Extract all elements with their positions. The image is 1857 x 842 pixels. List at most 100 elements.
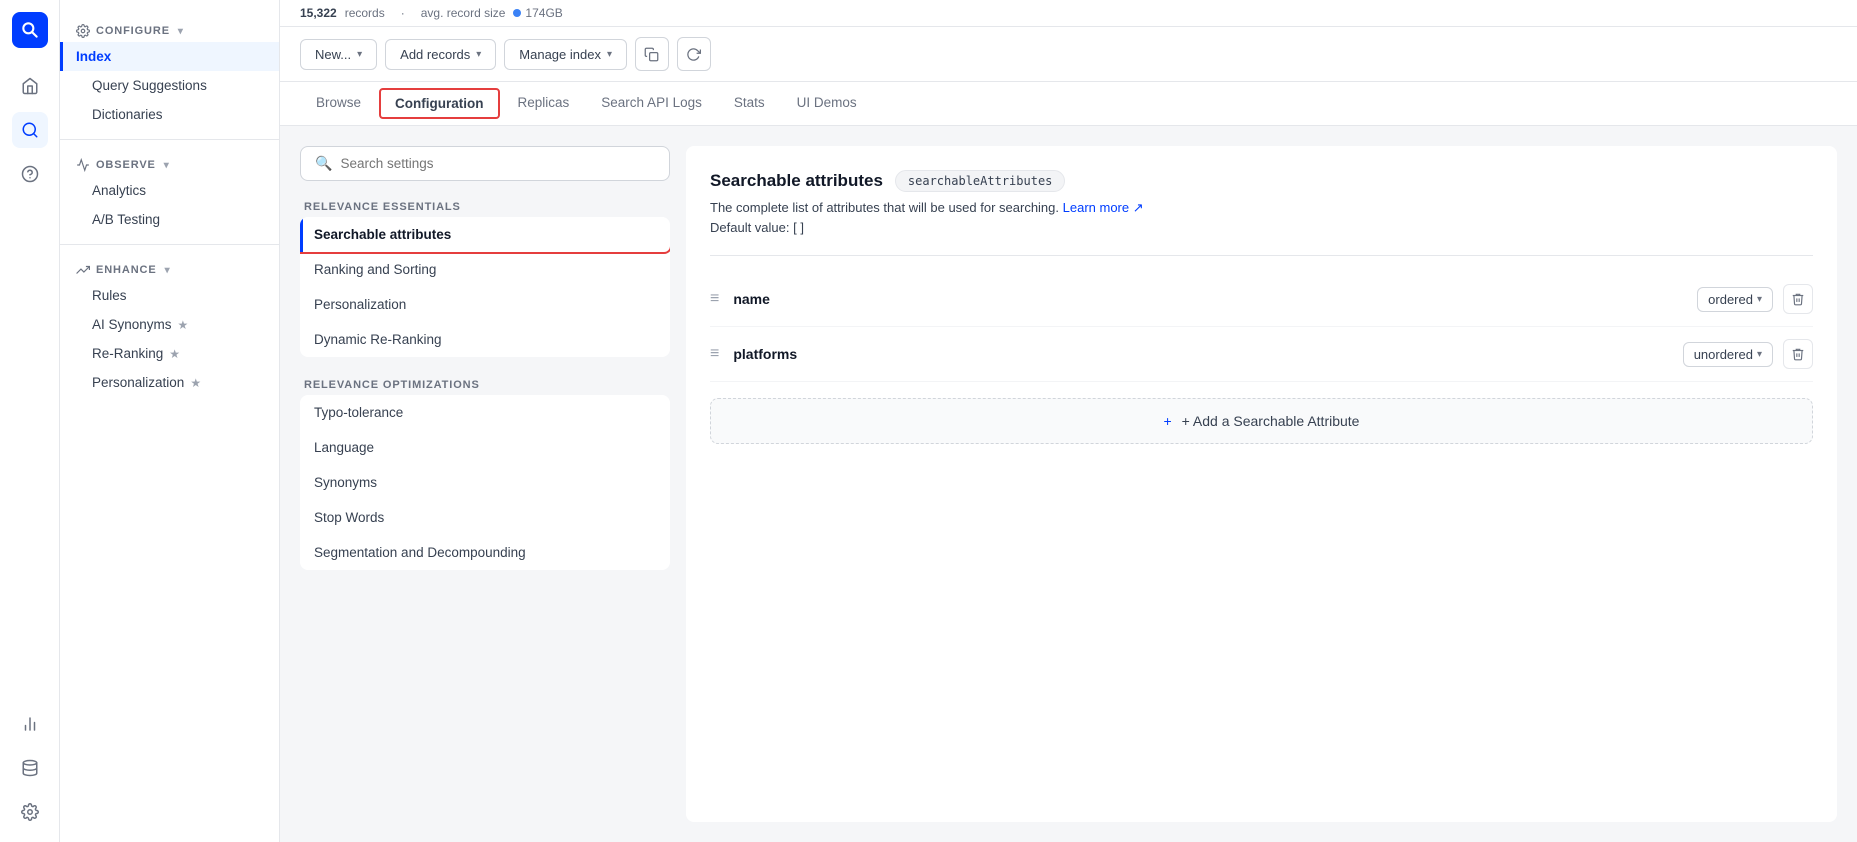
search-settings-container: 🔍 — [300, 146, 670, 181]
divider-dot: · — [401, 6, 405, 20]
new-button[interactable]: New... ▾ — [300, 39, 377, 70]
records-label: records — [345, 6, 385, 20]
toolbar: New... ▾ Add records ▾ Manage index ▾ — [280, 27, 1857, 82]
relevance-optimizations-label: RELEVANCE OPTIMIZATIONS — [300, 371, 670, 395]
manage-index-button[interactable]: Manage index ▾ — [504, 39, 627, 70]
attribute-row-platforms: ≡ platforms unordered ▾ — [710, 327, 1813, 382]
enhance-section[interactable]: ENHANCE ▾ — [60, 255, 279, 281]
right-panel-desc: The complete list of attributes that wil… — [710, 200, 1813, 216]
relevance-essentials-label: RELEVANCE ESSENTIALS — [300, 193, 670, 217]
new-chevron: ▾ — [357, 49, 362, 60]
right-panel-title: Searchable attributes — [710, 171, 883, 191]
add-attribute-label: + Add a Searchable Attribute — [1182, 413, 1360, 429]
sidebar-divider-1 — [60, 139, 279, 140]
configure-label: CONFIGURE — [96, 25, 170, 37]
records-count: 15,322 — [300, 6, 337, 20]
order-value-name: ordered — [1708, 292, 1753, 307]
nav-home[interactable] — [12, 68, 48, 104]
attribute-name-platforms: platforms — [733, 346, 1682, 362]
settings-list-optimizations: Typo-tolerance Language Synonyms Stop Wo… — [300, 395, 670, 570]
attribute-row-name: ≡ name ordered ▾ — [710, 272, 1813, 327]
settings-item-segmentation[interactable]: Segmentation and Decompounding — [300, 535, 670, 570]
rules-label: Rules — [92, 288, 127, 303]
avg-size-label: avg. record size — [421, 6, 506, 20]
right-panel-header: Searchable attributes searchableAttribut… — [710, 170, 1813, 192]
icon-bar-bottom — [12, 706, 48, 830]
sidebar-divider-2 — [60, 244, 279, 245]
app-logo[interactable] — [12, 12, 48, 48]
personalization-label: Personalization — [92, 375, 184, 390]
enhance-label: ENHANCE — [96, 264, 157, 276]
settings-item-synonyms[interactable]: Synonyms — [300, 465, 670, 500]
nav-search[interactable] — [12, 112, 48, 148]
sidebar-item-query-suggestions[interactable]: Query Suggestions — [60, 71, 279, 100]
tab-stats[interactable]: Stats — [718, 83, 781, 124]
settings-item-searchable-attributes[interactable]: Searchable attributes — [300, 217, 670, 252]
nav-settings[interactable] — [12, 794, 48, 830]
configure-section[interactable]: CONFIGURE ▾ — [60, 16, 279, 42]
refresh-button[interactable] — [677, 37, 711, 71]
sidebar-item-ab-testing[interactable]: A/B Testing — [60, 205, 279, 234]
delete-btn-name[interactable] — [1783, 284, 1813, 314]
copy-button[interactable] — [635, 37, 669, 71]
tab-ui-demos[interactable]: UI Demos — [781, 83, 873, 124]
records-size: 174GB — [513, 6, 562, 20]
settings-item-language[interactable]: Language — [300, 430, 670, 465]
star-icon-reranking: ★ — [169, 347, 180, 361]
size-value: 174GB — [525, 6, 562, 20]
drag-handle-name[interactable]: ≡ — [710, 290, 719, 308]
divider — [710, 255, 1813, 256]
star-icon-ai: ★ — [178, 318, 189, 332]
tabs-bar: Browse Configuration Replicas Search API… — [280, 82, 1857, 126]
nav-analytics[interactable] — [12, 706, 48, 742]
tab-replicas[interactable]: Replicas — [502, 83, 586, 124]
order-chevron-platforms: ▾ — [1757, 349, 1762, 360]
add-records-chevron: ▾ — [476, 49, 481, 60]
learn-more-link[interactable]: Learn more ↗ — [1063, 200, 1144, 215]
icon-bar — [0, 0, 60, 842]
order-select-name[interactable]: ordered ▾ — [1697, 287, 1773, 312]
tab-configuration[interactable]: Configuration — [379, 88, 499, 119]
star-icon-personalization: ★ — [190, 376, 201, 390]
sidebar-item-index[interactable]: Index — [60, 42, 279, 71]
settings-list-container: RELEVANCE ESSENTIALS Searchable attribut… — [300, 193, 670, 570]
add-records-button[interactable]: Add records ▾ — [385, 39, 496, 70]
nav-database[interactable] — [12, 750, 48, 786]
ai-synonyms-label: AI Synonyms — [92, 317, 172, 332]
sidebar-item-dictionaries[interactable]: Dictionaries — [60, 100, 279, 129]
settings-item-typo-tolerance[interactable]: Typo-tolerance — [300, 395, 670, 430]
query-suggestions-label: Query Suggestions — [92, 78, 207, 93]
main-content: 15,322 records · avg. record size 174GB … — [280, 0, 1857, 842]
settings-item-dynamic-reranking[interactable]: Dynamic Re-Ranking — [300, 322, 670, 357]
delete-btn-platforms[interactable] — [1783, 339, 1813, 369]
content-area: 🔍 RELEVANCE ESSENTIALS Searchable attrib… — [280, 126, 1857, 842]
tab-browse[interactable]: Browse — [300, 83, 377, 124]
attribute-name-name: name — [733, 291, 1697, 307]
order-select-platforms[interactable]: unordered ▾ — [1683, 342, 1773, 367]
sidebar: CONFIGURE ▾ Index Query Suggestions Dict… — [60, 0, 280, 842]
search-settings-input[interactable] — [340, 156, 655, 171]
size-dot — [513, 9, 521, 17]
sidebar-item-re-ranking[interactable]: Re-Ranking ★ — [60, 339, 279, 368]
right-panel-default: Default value: [ ] — [710, 220, 1813, 235]
settings-item-personalization[interactable]: Personalization — [300, 287, 670, 322]
sidebar-item-analytics[interactable]: Analytics — [60, 176, 279, 205]
sidebar-item-ai-synonyms[interactable]: AI Synonyms ★ — [60, 310, 279, 339]
add-icon: + — [1164, 413, 1172, 429]
settings-panel: 🔍 RELEVANCE ESSENTIALS Searchable attrib… — [300, 146, 670, 822]
tab-search-api-logs[interactable]: Search API Logs — [585, 83, 718, 124]
settings-item-ranking-sorting[interactable]: Ranking and Sorting — [300, 252, 670, 287]
attribute-badge: searchableAttributes — [895, 170, 1066, 192]
search-icon: 🔍 — [315, 155, 332, 172]
add-attribute-button[interactable]: + + Add a Searchable Attribute — [710, 398, 1813, 444]
sidebar-item-personalization[interactable]: Personalization ★ — [60, 368, 279, 397]
observe-label: OBSERVE — [96, 159, 156, 171]
sidebar-item-rules[interactable]: Rules — [60, 281, 279, 310]
settings-item-stop-words[interactable]: Stop Words — [300, 500, 670, 535]
observe-section[interactable]: OBSERVE ▾ — [60, 150, 279, 176]
nav-help[interactable] — [12, 156, 48, 192]
records-bar: 15,322 records · avg. record size 174GB — [280, 0, 1857, 27]
order-chevron-name: ▾ — [1757, 294, 1762, 305]
drag-handle-platforms[interactable]: ≡ — [710, 345, 719, 363]
analytics-label: Analytics — [92, 183, 146, 198]
